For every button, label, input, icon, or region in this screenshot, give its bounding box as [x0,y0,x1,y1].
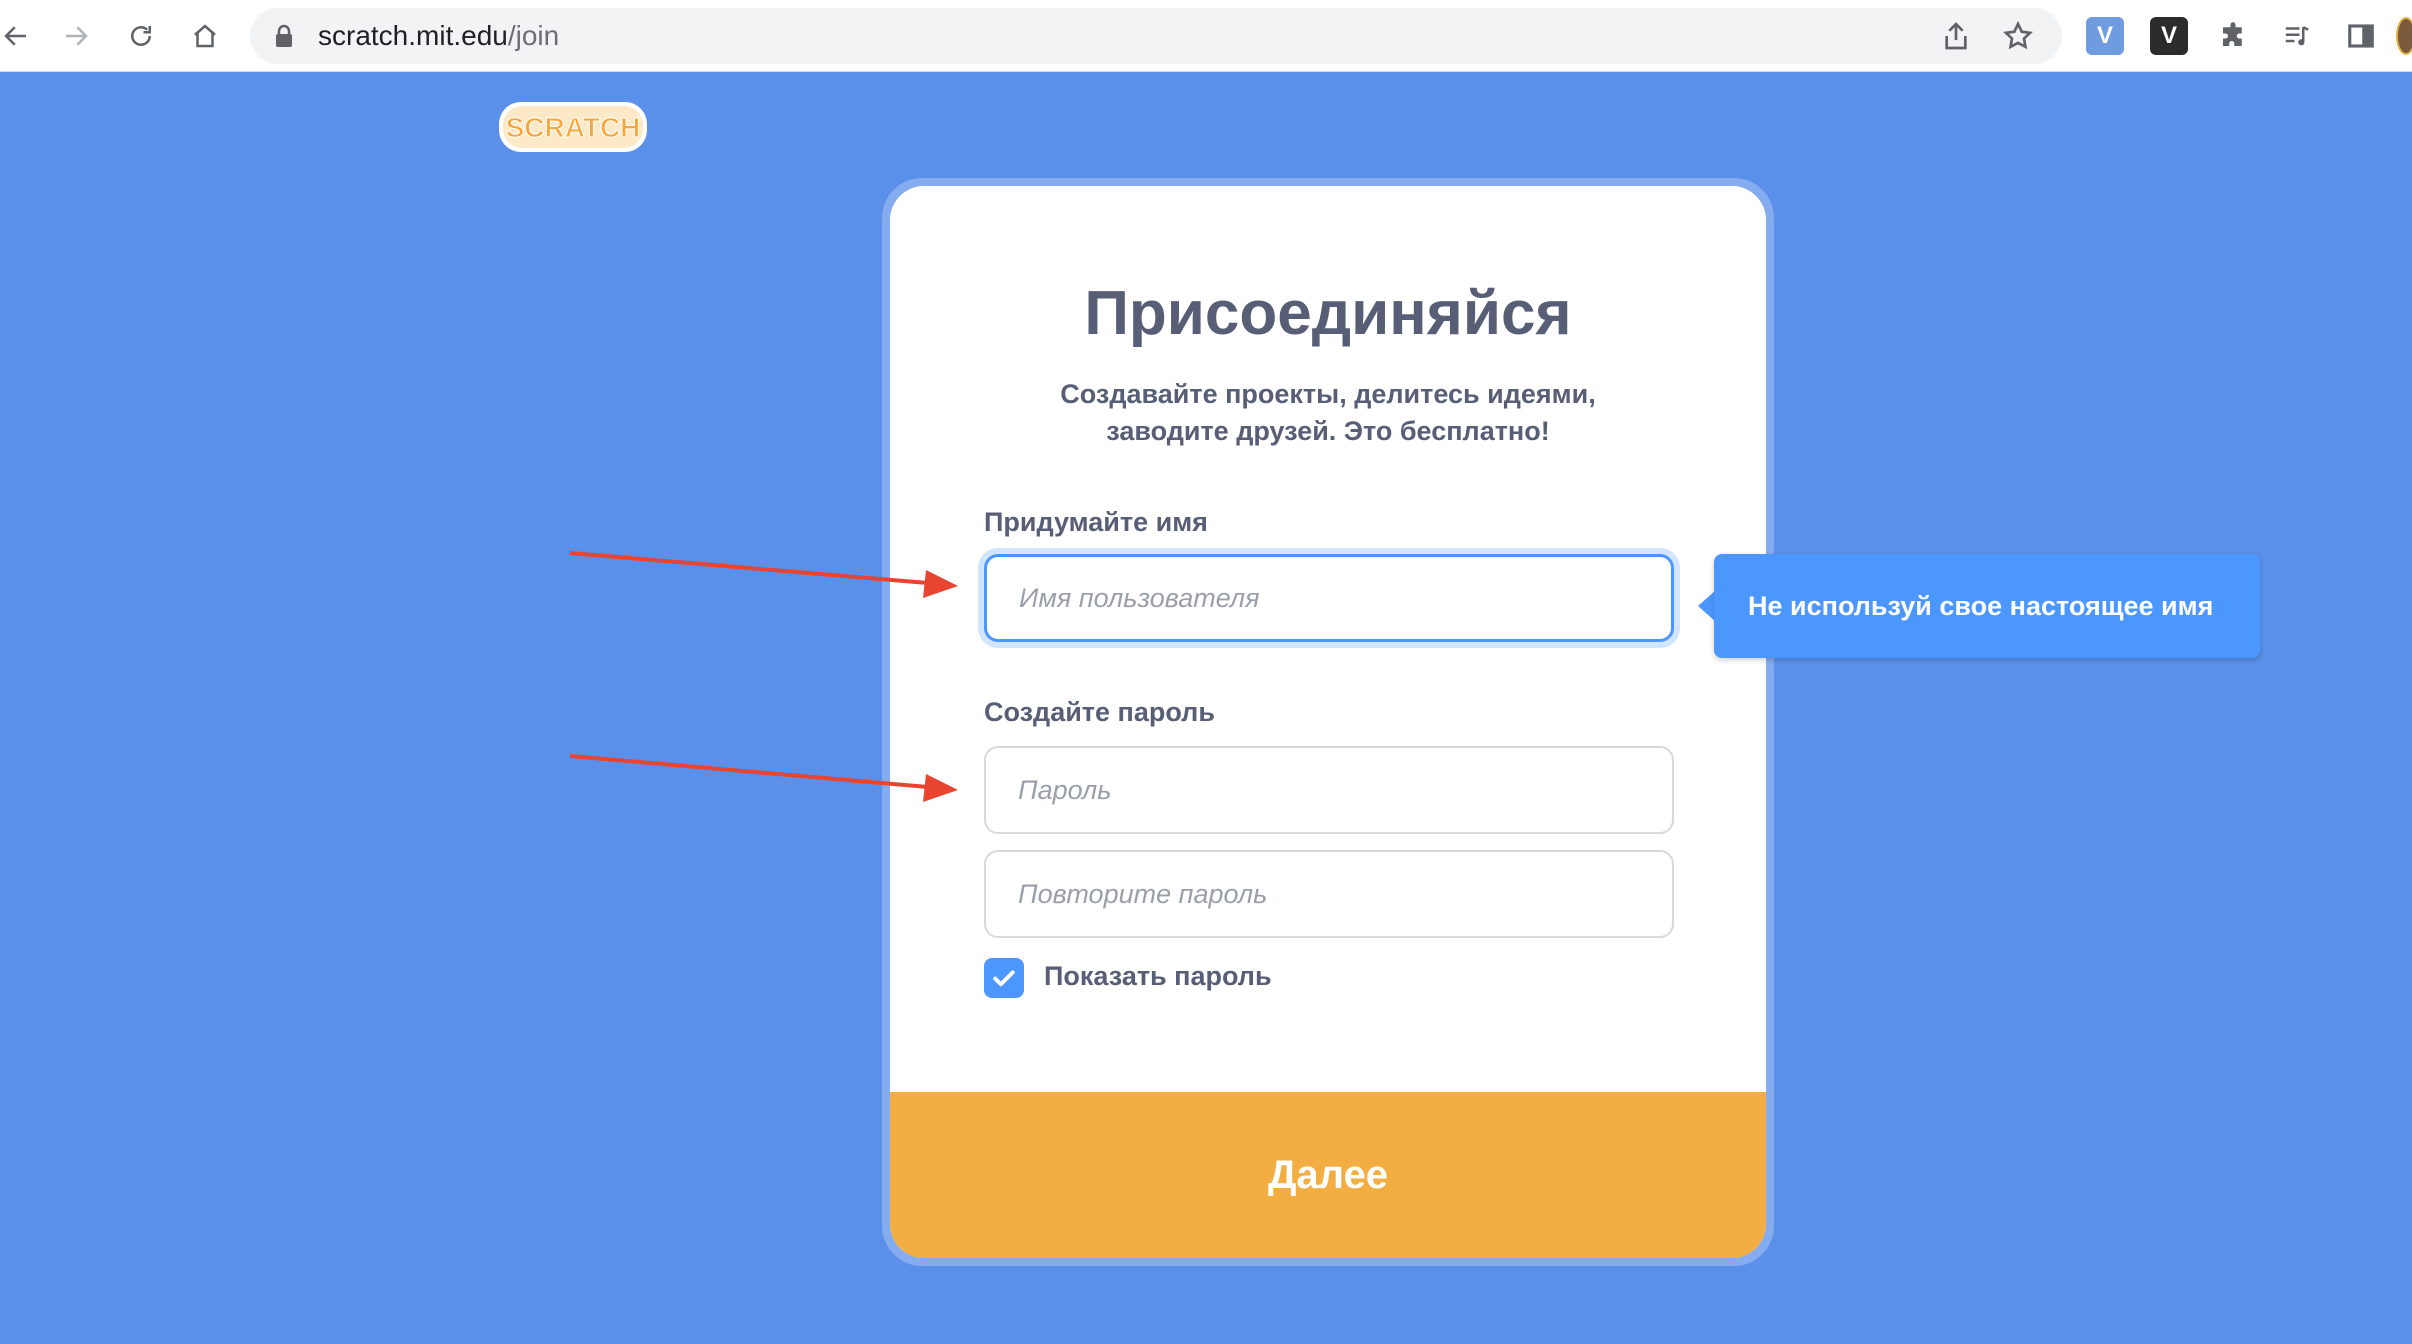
playlist-music-icon [2285,26,2309,46]
extensions-button[interactable] [2214,17,2252,55]
url-text: scratch.mit.edu/join [318,8,559,64]
password-repeat-input[interactable] [984,850,1674,938]
side-panel-icon [2348,24,2374,48]
forward-button[interactable] [56,16,96,56]
join-card: Присоединяйся Создавайте проекты, делите… [890,186,1766,1258]
password-label: Создайте пароль [984,697,1215,727]
password-input[interactable] [984,746,1674,834]
reload-icon [131,26,151,46]
username-tooltip: Не используй свое настоящее имя [1714,554,2260,658]
profile-avatar[interactable] [2396,17,2412,55]
subtitle-line-1: Создавайте проекты, делитесь идеями, [1060,379,1596,409]
share-icon[interactable] [1940,20,1972,52]
username-label: Придумайте имя [984,507,1208,537]
reload-button[interactable] [121,16,161,56]
lock-icon [276,24,292,47]
extension-v-dark[interactable]: V [2150,17,2188,55]
browser-toolbar: scratch.mit.edu/join V V [0,0,2412,72]
address-bar[interactable]: scratch.mit.edu/join [250,8,2062,64]
url-host: scratch.mit.edu [318,20,508,51]
checkmark-icon [993,970,1015,987]
username-input[interactable] [984,554,1674,642]
page-title: Присоединяйся [1084,279,1572,348]
arrow-left-icon [4,26,26,46]
url-path: /join [507,20,560,51]
avatar-circle [2396,17,2412,55]
back-button[interactable] [0,16,36,56]
subtitle-line-2: заводите друзей. Это бесплатно! [1106,416,1550,446]
side-panel-button[interactable] [2342,17,2380,55]
show-password-label[interactable]: Показать пароль [1044,961,1272,992]
show-password-checkbox[interactable] [984,958,1024,998]
home-button[interactable] [185,16,225,56]
media-control-button[interactable] [2278,17,2316,55]
home-icon [194,24,216,48]
extension-v-blue[interactable]: V [2086,17,2124,55]
logo-text: SCRATCH [506,112,641,143]
arrow-right-icon [66,26,88,46]
bookmark-star-icon[interactable] [2002,20,2034,52]
puzzle-icon [2223,22,2242,46]
page-subtitle: Создавайте проекты, делитесь идеями, зав… [890,376,1766,450]
scratch-logo[interactable]: SCRATCH [497,98,649,156]
next-button[interactable]: Далее [890,1092,1766,1258]
